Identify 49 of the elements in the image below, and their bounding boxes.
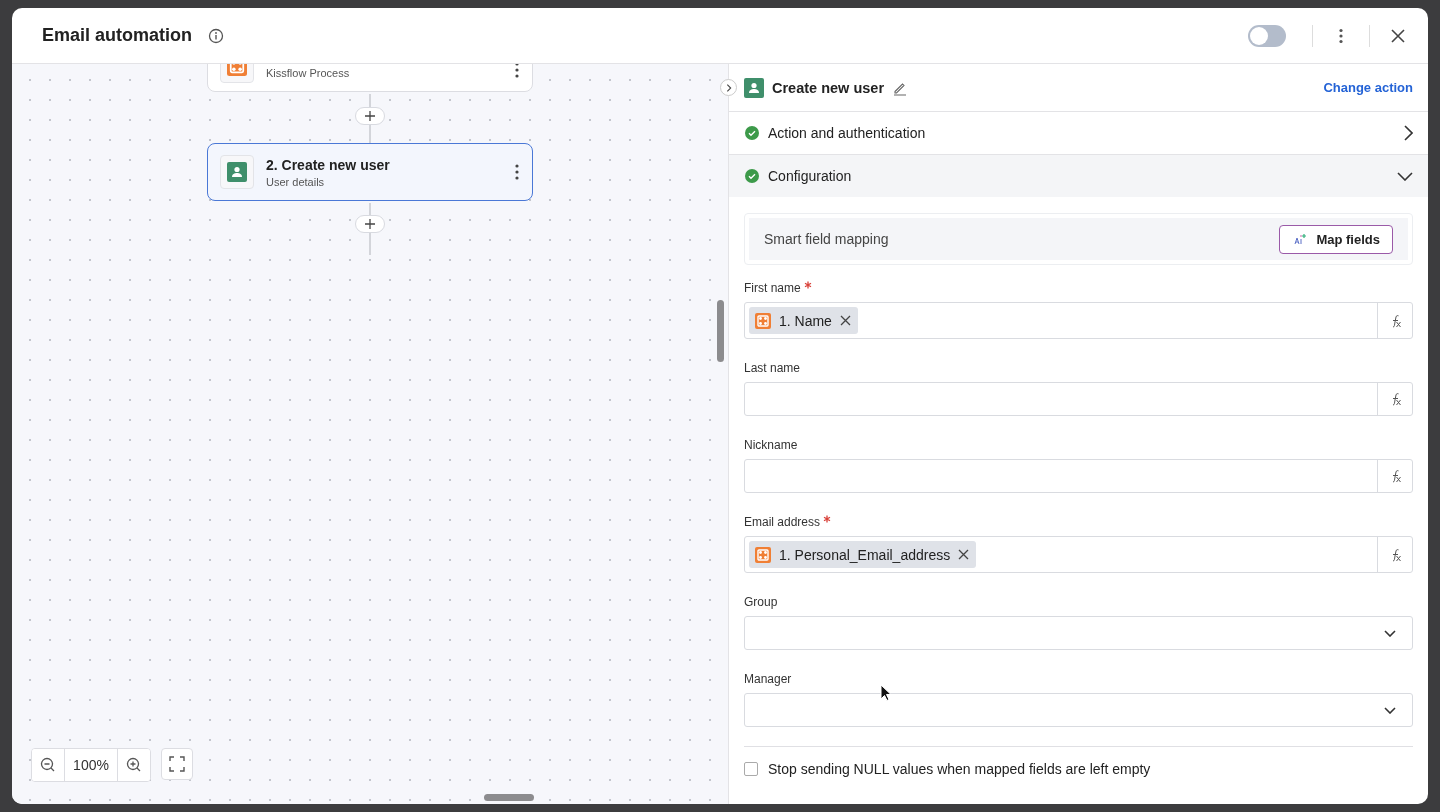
plus-icon: [364, 218, 376, 230]
node-subtitle: Kissflow Process: [266, 67, 351, 79]
remove-icon[interactable]: [839, 315, 851, 326]
field-label: Manager: [744, 672, 792, 686]
field-label: First name: [744, 281, 801, 295]
chevron-right-icon: [1404, 125, 1413, 141]
chevron-down-icon: [1397, 171, 1413, 181]
ai-sparkle-icon: [1292, 231, 1309, 247]
field-label: Email address: [744, 515, 821, 529]
chevron-down-icon: [1384, 706, 1396, 714]
smart-mapping-label: Smart field mapping: [764, 231, 889, 247]
panel-title: Create new user: [772, 79, 885, 96]
toggle-switch[interactable]: [1248, 24, 1286, 47]
user-icon: [744, 77, 764, 98]
process-icon: [755, 546, 771, 563]
add-step-button[interactable]: [355, 215, 385, 233]
map-fields-button[interactable]: Map fields: [1279, 224, 1393, 254]
input-field[interactable]: [744, 382, 1413, 416]
input-field[interactable]: 1. Name: [744, 302, 1413, 339]
scrollbar[interactable]: [717, 300, 724, 362]
dropdown-field[interactable]: [744, 693, 1413, 727]
field-label: Group: [744, 595, 778, 609]
node-card[interactable]: Kissflow Process: [207, 64, 533, 92]
plus-icon: [364, 110, 376, 122]
user-icon: [227, 162, 247, 182]
add-step-button[interactable]: [355, 107, 385, 125]
scrollbar[interactable]: [484, 794, 534, 801]
change-action-link[interactable]: Change action: [1323, 80, 1413, 95]
node-title: 2. Create new user: [266, 156, 391, 173]
mapped-token[interactable]: 1. Name: [749, 307, 858, 334]
input-field[interactable]: 1. Personal_Email_address: [744, 536, 1413, 573]
checkbox[interactable]: [744, 762, 758, 776]
more-icon[interactable]: [514, 64, 520, 79]
info-icon[interactable]: [208, 27, 225, 44]
field-label: Nickname: [744, 438, 798, 452]
more-icon[interactable]: [514, 163, 520, 181]
input-field[interactable]: [744, 459, 1413, 493]
chevron-down-icon: [1384, 629, 1396, 637]
mapped-token[interactable]: 1. Personal_Email_address: [749, 541, 977, 568]
remove-icon[interactable]: [958, 549, 970, 560]
node-card[interactable]: 2. Create new user User details: [207, 143, 533, 201]
fit-screen-icon[interactable]: [161, 748, 193, 780]
process-icon: [755, 312, 771, 329]
checkbox-label: Stop sending NULL values when mapped fields are left empty: [768, 761, 1151, 777]
window-title: Email automation: [42, 25, 193, 46]
dropdown-field[interactable]: [744, 616, 1413, 650]
accordion-header[interactable]: Configuration: [729, 155, 1428, 197]
field-label: Last name: [744, 361, 801, 375]
node-subtitle: User details: [266, 175, 326, 188]
